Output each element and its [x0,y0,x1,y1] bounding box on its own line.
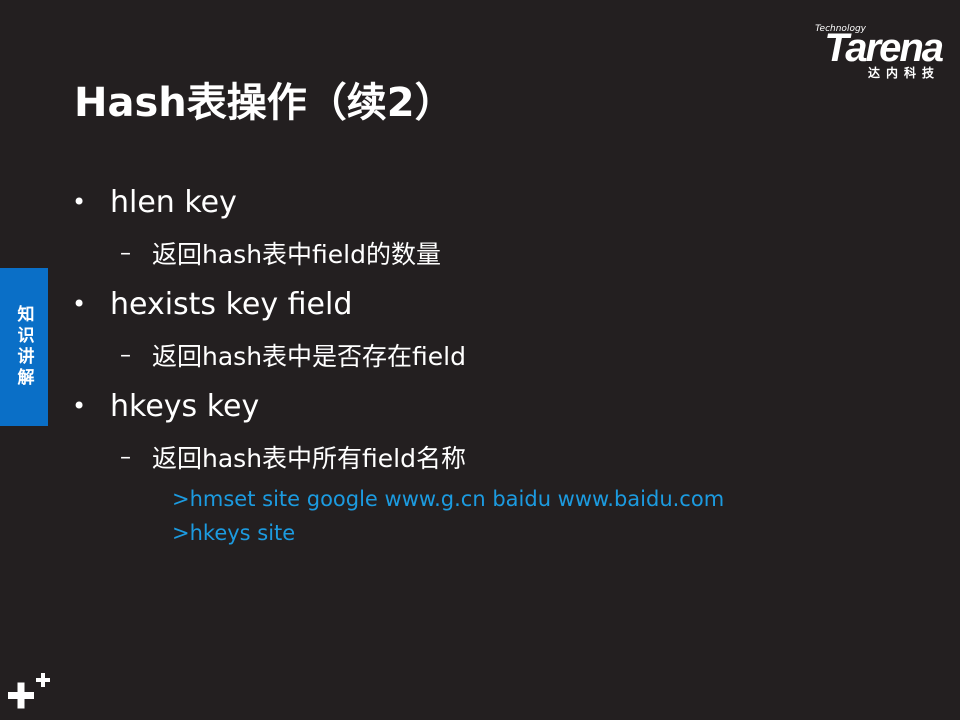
dash-icon: – [120,240,131,266]
slide-title: Hash表操作（续2） [74,80,455,126]
code-line: >hmset site google www.g.cn baidu www.ba… [172,487,725,511]
bullet-dot-icon: • [72,290,87,318]
sub-bullet-item: – 返回hash表中是否存在field [72,330,932,380]
dash-icon: – [120,444,131,470]
sub-bullet-text: 返回hash表中所有field名称 [152,444,466,473]
slide-content: • hlen key – 返回hash表中field的数量 • hexists … [72,176,932,550]
sub-bullet-item: – 返回hash表中所有field名称 [72,432,932,482]
code-line: >hkeys site [172,521,296,545]
bullet-text: hexists key field [110,286,353,322]
tarena-logo: Technology Tarena 达内科技 [772,20,944,84]
dash-icon: – [120,342,131,368]
bullet-item: • hexists key field [72,278,932,330]
bullet-item: • hkeys key [72,380,932,432]
side-section-tab: 知识讲解 [0,268,48,426]
bullet-dot-icon: • [72,392,87,420]
sub-bullet-text: 返回hash表中是否存在field [152,342,466,371]
sub-bullet-item: – 返回hash表中field的数量 [72,228,932,278]
logo-chinese-name: 达内科技 [867,66,940,80]
bullet-item: • hlen key [72,176,932,228]
sub-bullet-text: 返回hash表中field的数量 [152,240,441,269]
bullet-dot-icon: • [72,188,87,216]
plus-plus-icon [8,673,50,709]
side-tab-label: 知识讲解 [13,305,34,389]
bullet-text: hkeys key [110,388,260,424]
bullet-text: hlen key [110,184,237,220]
